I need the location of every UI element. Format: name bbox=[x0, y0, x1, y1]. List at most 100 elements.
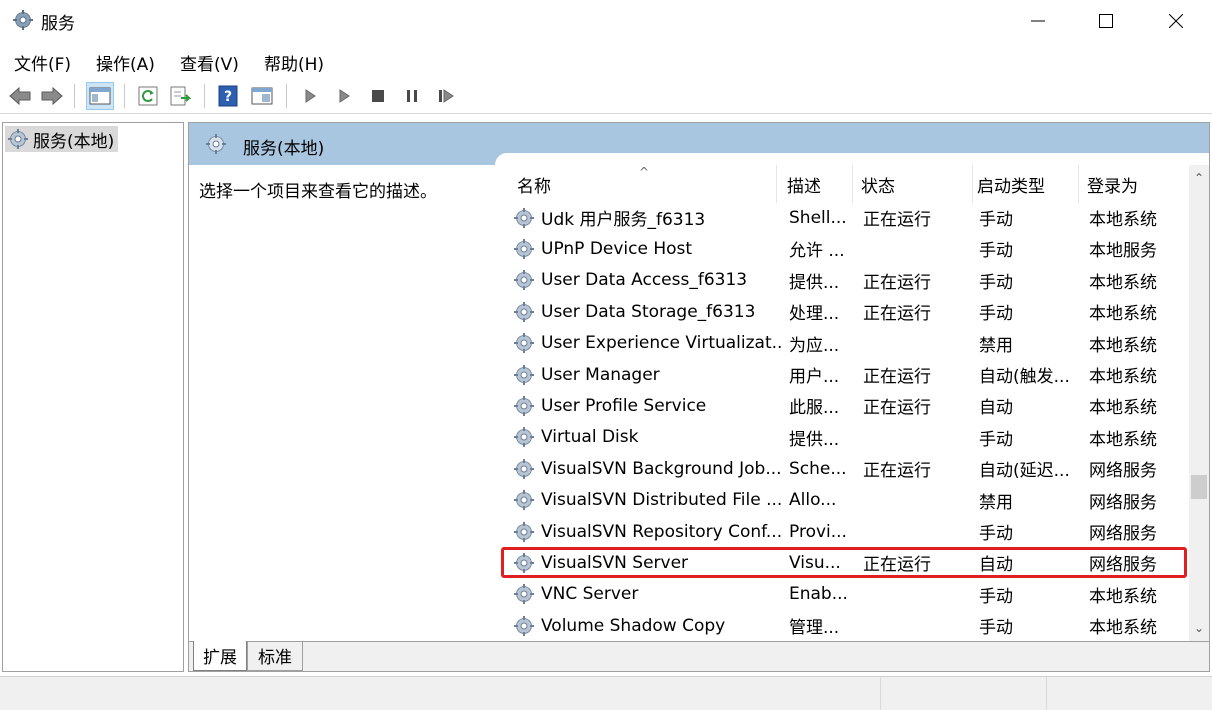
services-list: ^ 名称 描述 状态 启动类型 登录为 Udk 用户服务_f6313 Shell.… bbox=[501, 165, 1187, 641]
minimize-button[interactable] bbox=[1003, 0, 1073, 42]
start-service-button[interactable] bbox=[296, 82, 324, 110]
gear-icon bbox=[513, 583, 541, 605]
toolbar: ? bbox=[0, 78, 1212, 114]
column-headers: ^ 名称 描述 状态 启动类型 登录为 bbox=[501, 165, 1187, 203]
close-button[interactable] bbox=[1141, 0, 1211, 42]
service-description: Sche... bbox=[789, 458, 847, 479]
gear-icon bbox=[513, 238, 541, 260]
start-service-alt-icon bbox=[339, 89, 350, 103]
service-logon-as: 本地服务 bbox=[1089, 241, 1157, 262]
scroll-down-icon[interactable]: ⌄ bbox=[1189, 617, 1209, 639]
column-header-status[interactable]: 状态 bbox=[857, 165, 973, 203]
gear-icon bbox=[513, 615, 541, 637]
service-status: 正在运行 bbox=[863, 210, 931, 230]
service-name-cell: VisualSVN Repository Conf... bbox=[513, 516, 781, 547]
service-row[interactable]: User Data Access_f6313 提供... 正在运行 手动 本地系统 bbox=[501, 265, 1187, 296]
tab-standard[interactable]: 标准 bbox=[247, 641, 303, 671]
service-logon-as: 网络服务 bbox=[1089, 555, 1157, 576]
maximize-button[interactable] bbox=[1071, 0, 1141, 42]
service-name-cell: User Data Access_f6313 bbox=[513, 265, 781, 296]
stop-service-button[interactable] bbox=[364, 82, 392, 110]
service-logon-as: 本地系统 bbox=[1089, 398, 1157, 419]
gear-icon bbox=[513, 395, 541, 417]
help-button[interactable]: ? bbox=[214, 82, 242, 110]
scroll-up-icon[interactable]: ⌃ bbox=[1189, 167, 1209, 189]
service-row[interactable]: VisualSVN Repository Conf... Provi... 手动 网络… bbox=[501, 516, 1187, 547]
service-logon-as: 本地系统 bbox=[1089, 429, 1157, 450]
back-arrow-icon bbox=[9, 86, 31, 106]
service-name-cell: User Data Storage_f6313 bbox=[513, 296, 781, 327]
pause-service-icon bbox=[407, 90, 417, 102]
service-row[interactable]: VisualSVN Background Job... Sche... 正在运行 自动… bbox=[501, 453, 1187, 484]
start-service-alt-button[interactable] bbox=[330, 82, 358, 110]
vertical-scrollbar[interactable]: ⌃ ⌄ bbox=[1189, 165, 1209, 641]
service-name: Volume Shadow Copy bbox=[541, 615, 726, 636]
show-hide-console-tree-icon bbox=[89, 87, 111, 105]
service-name-cell: Volume Shadow Copy bbox=[513, 610, 781, 641]
refresh-button[interactable] bbox=[134, 82, 162, 110]
pane-title: 服务(本地) bbox=[243, 139, 325, 159]
show-hide-tree-button[interactable] bbox=[86, 82, 114, 110]
menu-file[interactable]: 文件(F) bbox=[14, 50, 71, 75]
service-row[interactable]: User Manager 用户... 正在运行 自动(触发... 本地系统 bbox=[501, 359, 1187, 390]
service-row[interactable]: User Data Storage_f6313 处理... 正在运行 手动 本地系统 bbox=[501, 296, 1187, 327]
back-button[interactable] bbox=[6, 82, 34, 110]
service-row[interactable]: Virtual Disk 提供... 手动 本地系统 bbox=[501, 422, 1187, 453]
pause-service-button[interactable] bbox=[398, 82, 426, 110]
service-description: Allo... bbox=[789, 490, 837, 511]
gear-icon bbox=[513, 489, 541, 511]
service-startup-type: 自动(触发... bbox=[979, 367, 1070, 387]
menu-help[interactable]: 帮助(H) bbox=[264, 50, 324, 75]
service-name-cell: Udk 用户服务_f6313 bbox=[513, 202, 781, 233]
export-list-button[interactable] bbox=[166, 82, 194, 110]
service-name-cell: User Manager bbox=[513, 359, 781, 390]
service-status: 正在运行 bbox=[863, 367, 931, 387]
export-list-icon bbox=[170, 86, 191, 106]
service-status: 正在运行 bbox=[863, 272, 931, 293]
gear-icon bbox=[513, 521, 541, 543]
start-service-icon bbox=[305, 89, 316, 103]
restart-service-icon bbox=[439, 89, 454, 103]
tab-extended[interactable]: 扩展 bbox=[193, 641, 247, 671]
properties-button[interactable] bbox=[248, 82, 276, 110]
minimize-icon bbox=[1031, 20, 1045, 22]
gear-icon bbox=[513, 332, 541, 354]
service-row[interactable]: User Profile Service 此服... 正在运行 自动 本地系统 bbox=[501, 390, 1187, 421]
column-header-startup-type[interactable]: 启动类型 bbox=[973, 165, 1079, 203]
toolbar-separator bbox=[74, 84, 75, 108]
service-startup-type: 手动 bbox=[979, 304, 1013, 325]
stop-service-icon bbox=[372, 90, 384, 102]
service-row[interactable]: User Experience Virtualizat... 为应... 禁用 本地系… bbox=[501, 328, 1187, 359]
service-description: 允许 ... bbox=[789, 241, 845, 262]
service-name: User Experience Virtualizat... bbox=[541, 333, 781, 354]
toolbar-separator bbox=[286, 84, 287, 108]
column-header-description[interactable]: 描述 bbox=[783, 165, 853, 203]
service-name: VisualSVN Distributed File ... bbox=[541, 490, 781, 511]
tree-item-services-local[interactable]: 服务(本地) bbox=[5, 126, 119, 152]
forward-button[interactable] bbox=[38, 82, 66, 110]
restart-service-button[interactable] bbox=[432, 82, 460, 110]
gear-icon bbox=[513, 458, 541, 480]
service-startup-type: 手动 bbox=[979, 272, 1013, 293]
console-tree: 服务(本地) bbox=[2, 122, 184, 672]
service-status: 正在运行 bbox=[863, 398, 931, 419]
service-description: 提供... bbox=[789, 429, 840, 450]
service-row[interactable]: UPnP Device Host 允许 ... 手动 本地服务 bbox=[501, 233, 1187, 264]
service-row[interactable]: Volume Shadow Copy 管理... 手动 本地系统 bbox=[501, 610, 1187, 641]
properties-icon bbox=[251, 87, 273, 105]
column-header-name[interactable]: 名称 bbox=[513, 165, 777, 203]
service-startup-type: 自动 bbox=[979, 398, 1013, 419]
column-header-logon-as[interactable]: 登录为 bbox=[1083, 165, 1183, 203]
service-name-cell: VisualSVN Distributed File ... bbox=[513, 485, 781, 516]
menu-action[interactable]: 操作(A) bbox=[96, 50, 155, 75]
service-status: 正在运行 bbox=[863, 304, 931, 325]
service-startup-type: 手动 bbox=[979, 586, 1013, 607]
service-row[interactable]: Udk 用户服务_f6313 Shell... 正在运行 手动 本地系统 bbox=[501, 202, 1187, 233]
menu-view[interactable]: 查看(V) bbox=[180, 50, 239, 75]
service-logon-as: 本地系统 bbox=[1089, 586, 1157, 607]
service-row[interactable]: VNC Server Enab... 手动 本地系统 bbox=[501, 579, 1187, 610]
scrollbar-thumb[interactable] bbox=[1191, 475, 1207, 499]
service-row-highlighted[interactable]: VisualSVN Server Visu... 正在运行 自动 网络服务 bbox=[501, 547, 1187, 579]
service-status bbox=[863, 516, 963, 547]
service-row[interactable]: VisualSVN Distributed File ... Allo... 禁用 网… bbox=[501, 485, 1187, 516]
